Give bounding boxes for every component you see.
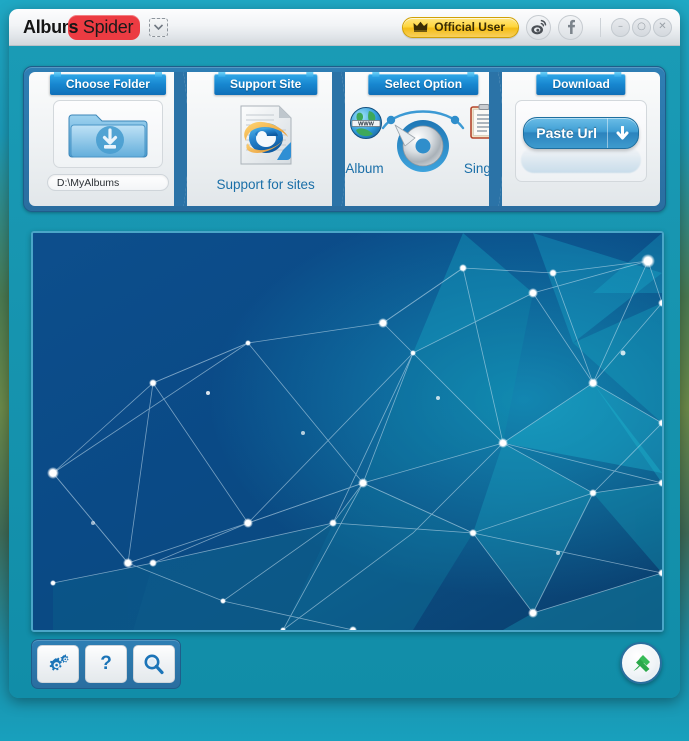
chevron-down-icon[interactable] [149, 17, 169, 37]
app-logo-badge: s Spider [67, 15, 141, 40]
paste-url-label: Paste Url [536, 125, 597, 141]
search-button[interactable] [133, 645, 175, 683]
official-user-badge[interactable]: Official User [402, 16, 519, 38]
app-logo: Albums Spider [23, 15, 169, 40]
tab-download[interactable]: Download [536, 72, 626, 95]
gears-icon [49, 654, 69, 671]
weibo-icon[interactable] [526, 14, 551, 40]
app-logo-badge-rest: Spider [82, 17, 134, 37]
folder-path-field[interactable]: D:\MyAlbums [46, 174, 169, 191]
application-window: Albums Spider Official User – ○ ✕ Choose… [9, 9, 680, 698]
paste-url-reflection [521, 147, 642, 173]
option-label-album[interactable]: Album [345, 161, 383, 176]
download-body: Paste Url [508, 98, 654, 201]
toolbar-cell-support-site: Support Site Support for sites [186, 72, 345, 206]
paste-url-button[interactable]: Paste Url [523, 117, 639, 149]
toolbar-cell-download: Download Paste Url [502, 72, 660, 206]
question-mark-icon: ? [100, 653, 112, 674]
network-constellation-graphic [33, 233, 662, 630]
support-site-caption[interactable]: Support for sites [216, 177, 314, 192]
tab-choose-folder[interactable]: Choose Folder [49, 72, 166, 95]
tab-select-option[interactable]: Select Option [368, 72, 479, 95]
satellite-dish-icon [633, 654, 650, 672]
minimize-button[interactable]: – [611, 17, 630, 37]
title-bar: Albums Spider Official User – ○ ✕ [9, 9, 680, 46]
magnifier-icon [144, 654, 164, 675]
crown-icon [413, 21, 428, 32]
choose-folder-button[interactable] [52, 100, 163, 168]
tab-support-site[interactable]: Support Site [213, 72, 318, 95]
option-dial-area: WWW Album Single [345, 98, 503, 188]
close-button[interactable]: ✕ [653, 17, 672, 37]
www-globe-icon[interactable]: WWW [349, 106, 383, 140]
xunlei-button[interactable] [620, 642, 662, 684]
download-arrow-icon [606, 118, 638, 148]
download-folder-icon [68, 114, 148, 158]
support-site-body: Support for sites [193, 98, 339, 201]
maximize-button[interactable]: ○ [632, 17, 651, 37]
title-bar-right-group: Official User – ○ ✕ [402, 14, 680, 40]
official-user-label: Official User [434, 19, 505, 34]
toolbar-cell-choose-folder: Choose Folder D:\MyAlbums [29, 72, 187, 206]
download-box: Paste Url [515, 100, 648, 182]
preview-image-network-background[interactable] [31, 231, 664, 632]
settings-button[interactable] [37, 645, 79, 683]
select-option-body: WWW Album Single [345, 98, 501, 201]
app-logo-badge-bold: s [68, 17, 79, 37]
app-logo-text: Albums Spider [23, 15, 141, 40]
support-site-button[interactable] [233, 102, 299, 173]
svg-text:WWW: WWW [358, 122, 375, 128]
help-button[interactable]: ? [85, 645, 127, 683]
bottom-toolbar: ? [31, 639, 181, 689]
internet-explorer-document-icon [240, 105, 292, 165]
window-controls: – ○ ✕ [600, 17, 672, 37]
clipboard-icon[interactable] [469, 104, 499, 140]
facebook-icon[interactable] [558, 14, 583, 40]
choose-folder-body: D:\MyAlbums [35, 98, 181, 201]
toolbar-panel: Choose Folder D:\MyAlbums Support Site S… [23, 66, 666, 212]
toolbar-cell-select-option: Select Option WWW Album Single [344, 72, 503, 206]
option-label-single[interactable]: Single [464, 161, 502, 176]
